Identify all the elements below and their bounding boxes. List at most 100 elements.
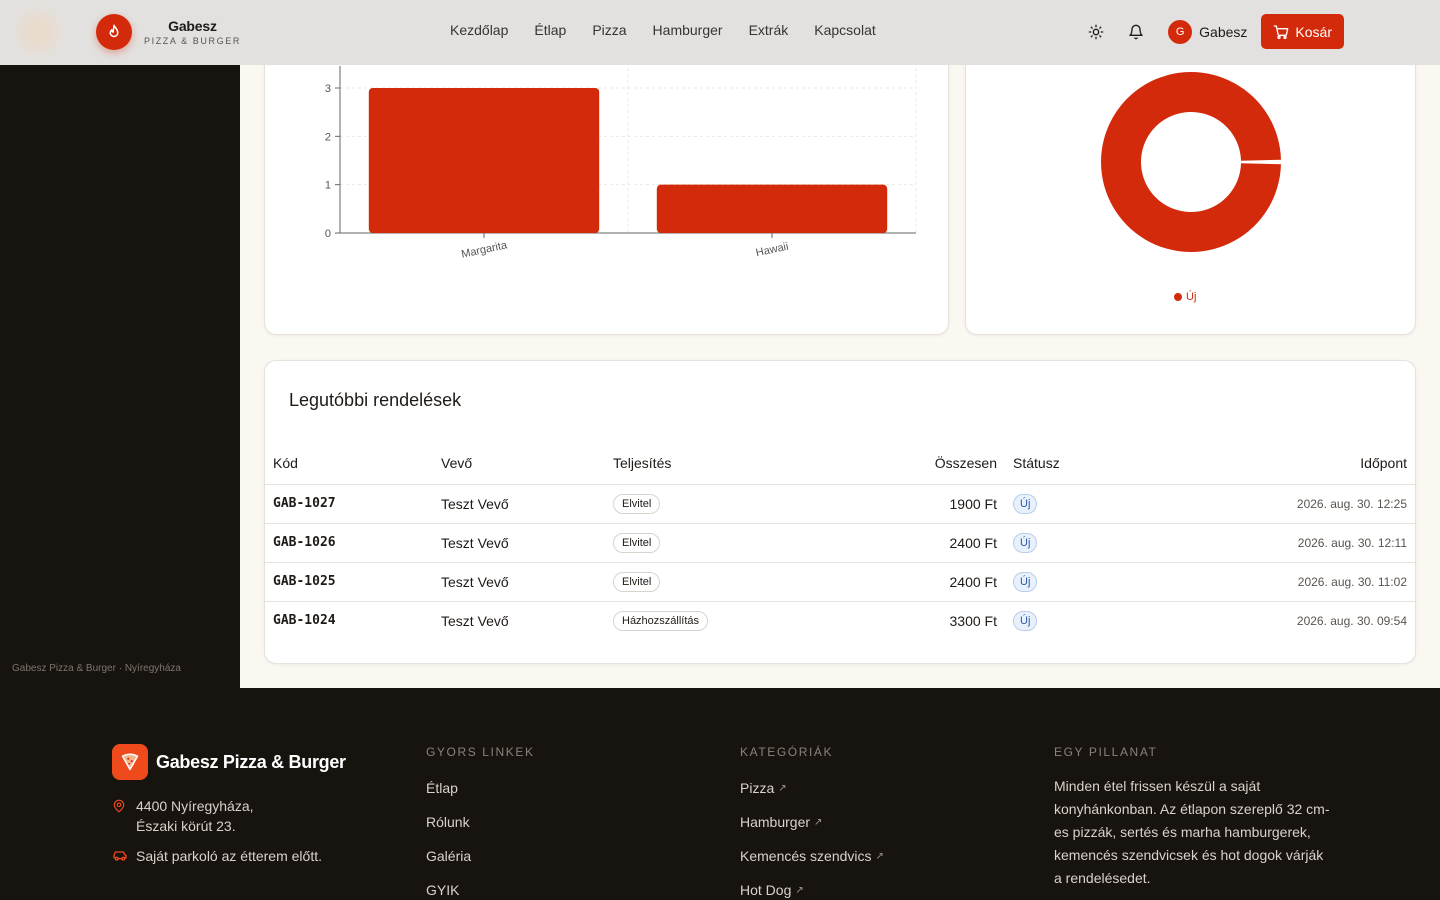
footer-address: 4400 Nyíregyháza, Északi körút 23. (112, 796, 254, 836)
legend-swatch (1174, 293, 1182, 301)
order-buyer: Teszt Vevő (433, 523, 605, 563)
bar-chart-card: 0 1 2 3 Margarita Hawaii (264, 40, 949, 335)
external-arrow-icon: ↗ (778, 782, 787, 794)
col-header-total: Összesen (835, 443, 1005, 485)
footer-category-hamburger[interactable]: Hamburger ↗ (740, 813, 884, 831)
sidebar: Gabesz Pizza & Burger · Nyíregyháza (0, 65, 240, 688)
flame-logo-icon (96, 14, 132, 50)
col-header-buyer: Vevő (433, 443, 605, 485)
fulfilment-badge: Elvitel (613, 493, 661, 514)
bar-margarita (368, 88, 600, 233)
top-navbar: Gabesz PIZZA & BURGER Kezdőlap Étlap Piz… (0, 0, 1440, 65)
order-time: 2026. aug. 30. 12:25 (1205, 484, 1415, 524)
footer-link-menu[interactable]: Étlap (426, 779, 535, 797)
main-nav: Kezdőlap Étlap Pizza Hamburger Extrák Ka… (450, 22, 876, 38)
y-tick-label: 0 (325, 228, 331, 240)
order-code: GAB-1027 (265, 484, 433, 524)
x-tick-label: Margarita (460, 239, 509, 261)
donut-slice (1101, 72, 1281, 253)
legend-label: Új (1186, 291, 1197, 303)
nav-link-hamburger[interactable]: Hamburger (653, 22, 723, 38)
order-total: 2400 Ft (835, 523, 1005, 563)
y-tick-label: 3 (325, 83, 331, 95)
brand-name: Gabesz (168, 18, 217, 34)
nav-link-extras[interactable]: Extrák (749, 22, 789, 38)
footer-brand-name: Gabesz Pizza & Burger (156, 751, 346, 772)
category-label: Hamburger (740, 814, 811, 830)
sun-icon (1088, 24, 1104, 39)
categories-heading: KATEGÓRIÁK (740, 745, 834, 759)
car-icon (113, 851, 127, 861)
status-badge: Új (1013, 532, 1038, 553)
footer-brand[interactable]: Gabesz Pizza & Burger (112, 744, 346, 780)
chart-legend[interactable]: Új (1174, 291, 1196, 303)
nav-link-pizza[interactable]: Pizza (592, 22, 626, 38)
y-tick-label: 1 (325, 180, 331, 192)
map-pin-icon (113, 799, 125, 813)
order-code: GAB-1026 (265, 523, 433, 563)
footer-category-sandwich[interactable]: Kemencés szendvics ↗ (740, 847, 884, 865)
status-badge: Új (1013, 571, 1038, 592)
bell-icon (1129, 24, 1143, 39)
table-row[interactable]: GAB-1026 Teszt Vevő Elvitel 2400 Ft Új 2… (265, 523, 1415, 563)
col-header-fulfilment: Teljesítés (605, 443, 835, 485)
cart-button[interactable]: Kosár (1261, 14, 1344, 49)
footer-category-hotdog[interactable]: Hot Dog ↗ (740, 881, 884, 899)
user-menu[interactable]: G Gabesz (1168, 19, 1248, 44)
order-buyer: Teszt Vevő (433, 562, 605, 602)
table-row[interactable]: GAB-1025 Teszt Vevő Elvitel 2400 Ft Új 2… (265, 562, 1415, 602)
external-arrow-icon: ↗ (795, 884, 804, 896)
order-time: 2026. aug. 30. 11:02 (1205, 562, 1415, 602)
col-header-status: Státusz (1005, 443, 1205, 485)
orders-table: Kód Vevő Teljesítés Összesen Státusz Idő… (265, 443, 1415, 640)
sidebar-footer-text: Gabesz Pizza & Burger · Nyíregyháza (12, 663, 181, 674)
footer-about: EGY PILLANAT Minden étel frissen készül … (1054, 745, 1334, 890)
footer-link-faq[interactable]: GYIK (426, 881, 535, 899)
site-footer: Gabesz Pizza & Burger 4400 Nyíregyháza, … (0, 688, 1440, 900)
brand-subtitle: PIZZA & BURGER (144, 36, 241, 46)
bar-hawaii (656, 184, 888, 233)
recent-orders-title: Legutóbbi rendelések (289, 390, 462, 410)
avatar: G (1168, 19, 1193, 44)
footer-link-about[interactable]: Rólunk (426, 813, 535, 831)
cart-icon (1274, 24, 1289, 39)
parking-text: Saját parkoló az étterem előtt. (136, 848, 322, 864)
user-name: Gabesz (1199, 23, 1248, 40)
nav-link-contact[interactable]: Kapcsolat (814, 22, 875, 38)
table-row[interactable]: GAB-1027 Teszt Vevő Elvitel 1900 Ft Új 2… (265, 484, 1415, 524)
fulfilment-badge: Elvitel (613, 571, 661, 592)
brand-home-link[interactable]: Gabesz PIZZA & BURGER (96, 14, 241, 50)
nav-link-home[interactable]: Kezdőlap (450, 22, 508, 38)
footer-categories: KATEGÓRIÁK Pizza ↗ Hamburger ↗ Kemencés sz… (740, 745, 884, 899)
about-heading: EGY PILLANAT (1054, 745, 1158, 759)
bar-chart: 0 1 2 3 Margarita Hawaii (325, 66, 917, 261)
order-time: 2026. aug. 30. 09:54 (1296, 613, 1407, 628)
external-arrow-icon: ↗ (875, 850, 884, 862)
recent-orders-card: Legutóbbi rendelések Kód Vevő Teljesítés… (264, 360, 1416, 664)
table-header-row: Kód Vevő Teljesítés Összesen Státusz Idő… (265, 443, 1415, 485)
donut-chart-card: Új (965, 40, 1416, 335)
order-code: GAB-1024 (273, 613, 336, 629)
order-total: 1900 Ft (835, 484, 1005, 524)
footer-quick-links: GYORS LINKEK Étlap Rólunk Galéria GYIK (426, 745, 535, 899)
external-arrow-icon: ↗ (814, 816, 823, 828)
cart-label: Kosár (1295, 23, 1332, 40)
address-line-2: Északi körút 23. (136, 818, 236, 834)
nav-link-menu[interactable]: Étlap (534, 22, 566, 38)
notifications-button[interactable] (1122, 15, 1150, 49)
pizza-slice-icon (112, 744, 148, 780)
col-header-time: Időpont (1205, 443, 1415, 485)
category-label: Kemencés szendvics (740, 848, 872, 864)
footer-category-pizza[interactable]: Pizza ↗ (740, 779, 884, 797)
status-badge: Új (1013, 610, 1038, 631)
status-badge: Új (1013, 493, 1038, 514)
x-tick-label: Hawaii (755, 241, 790, 260)
decorative-blur (18, 12, 58, 52)
about-text: Minden étel frissen készül a saját konyh… (1054, 778, 1330, 886)
address-line-1: 4400 Nyíregyháza, (136, 798, 254, 814)
order-buyer: Teszt Vevő (441, 612, 509, 629)
footer-parking: Saját parkoló az étterem előtt. (112, 848, 322, 864)
table-row[interactable]: GAB-1024 Teszt Vevő Házhozszállítás 3300… (265, 601, 1415, 640)
theme-toggle-button[interactable] (1082, 15, 1110, 49)
footer-link-gallery[interactable]: Galéria (426, 847, 535, 865)
